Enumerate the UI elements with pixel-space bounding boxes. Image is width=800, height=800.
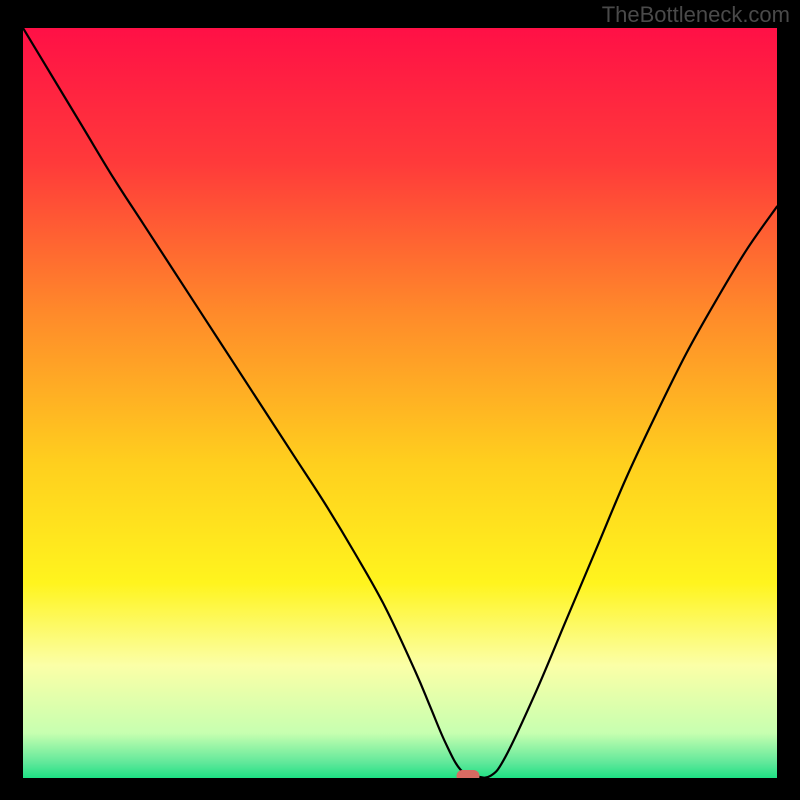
watermark-text: TheBottleneck.com bbox=[602, 2, 790, 28]
plot-area bbox=[23, 28, 777, 778]
optimum-marker bbox=[456, 770, 479, 778]
chart-container: { "watermark": "TheBottleneck.com", "cha… bbox=[0, 0, 800, 800]
gradient-background bbox=[23, 28, 777, 778]
